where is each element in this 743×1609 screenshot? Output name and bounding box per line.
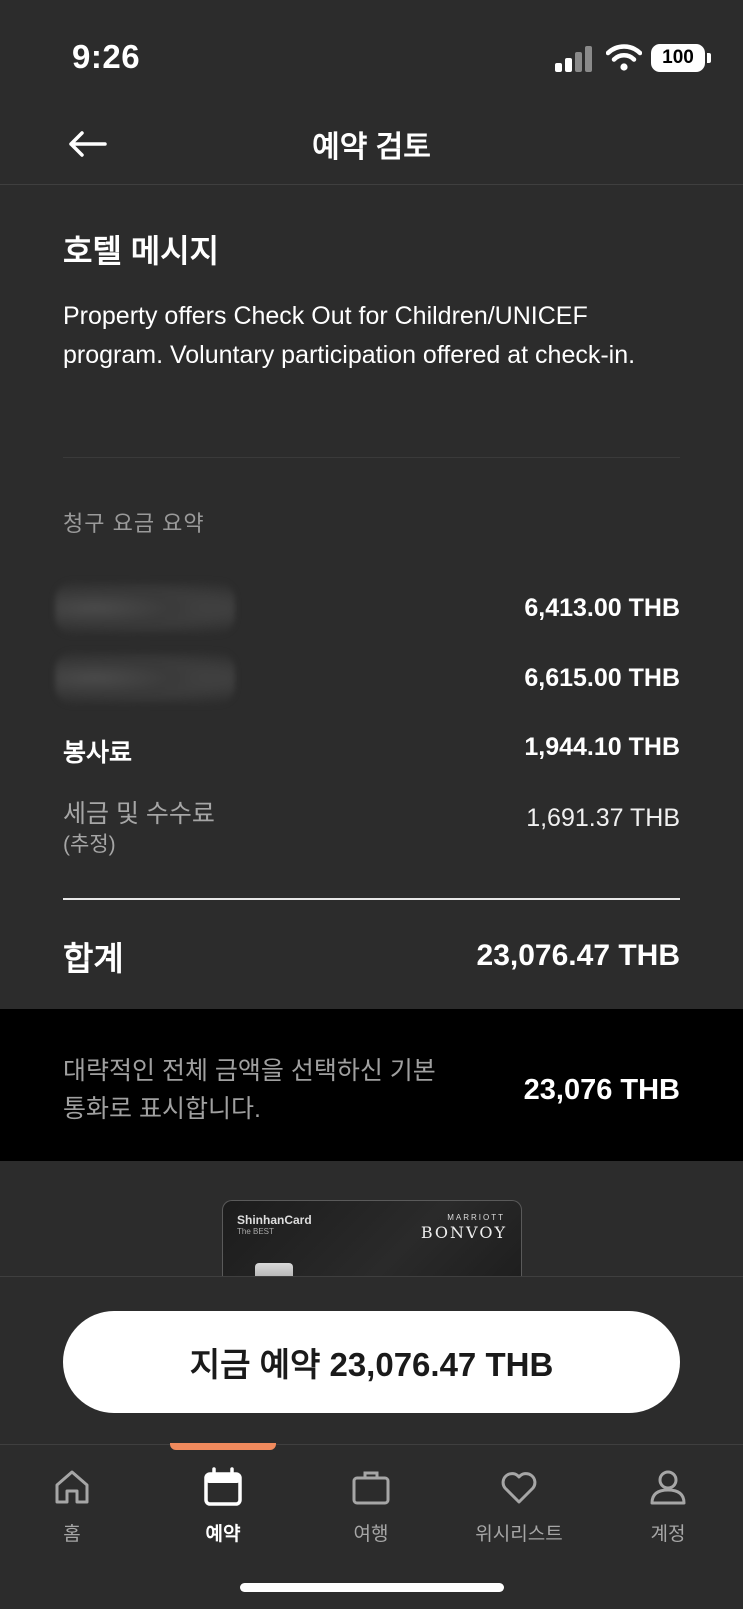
billing-label: 봉사료 — [63, 739, 133, 767]
page-title: 예약 검토 — [312, 131, 431, 164]
divider — [63, 457, 680, 458]
billing-line-1: 6,413.00 THB — [55, 580, 680, 636]
blurred-label — [55, 650, 235, 706]
currency-amount: 23,076 THB — [523, 1074, 680, 1106]
hotel-message-title: 호텔 메시지 — [63, 233, 220, 269]
battery-icon: 100 — [651, 44, 705, 72]
billing-amount: 1,691.37 THB — [526, 804, 680, 832]
battery-nub — [707, 53, 711, 63]
cta-area: 지금 예약 23,076.47 THB — [0, 1276, 743, 1444]
tab-account[interactable]: 계정 — [608, 1445, 728, 1565]
cellular-signal-icon — [555, 46, 595, 72]
tab-label: 홈 — [63, 1524, 81, 1545]
book-now-button[interactable]: 지금 예약 23,076.47 THB — [63, 1311, 680, 1413]
total-label: 합계 — [63, 940, 124, 977]
header: 예약 검토 — [0, 110, 743, 185]
home-indicator[interactable] — [240, 1583, 504, 1592]
billing-line-2: 6,615.00 THB — [55, 650, 680, 706]
wifi-icon — [606, 44, 642, 71]
status-bar: 9:26 100 — [0, 0, 743, 110]
tab-bookings[interactable]: 예약 — [163, 1445, 283, 1565]
battery-level: 100 — [662, 47, 694, 68]
user-icon — [650, 1470, 686, 1505]
credit-card-promo-image[interactable]: ShinhanCard The BEST MARRIOTT BONVOY — [222, 1200, 522, 1280]
tab-label: 계정 — [650, 1524, 686, 1545]
card-brand: ShinhanCard — [237, 1213, 312, 1227]
tab-label: 위시리스트 — [475, 1524, 563, 1545]
total-amount: 23,076.47 THB — [476, 939, 680, 972]
calendar-icon — [204, 1467, 242, 1506]
billing-label: 세금 및 수수료 (추정) — [63, 798, 215, 860]
briefcase-icon — [352, 1471, 390, 1505]
total-divider — [63, 898, 680, 900]
billing-amount: 6,615.00 THB — [524, 664, 680, 692]
tab-home[interactable]: 홈 — [12, 1445, 132, 1565]
hotel-message-body: Property offers Check Out for Children/U… — [63, 302, 636, 369]
tab-trips[interactable]: 여행 — [311, 1445, 431, 1565]
home-icon — [55, 1470, 89, 1504]
blurred-label — [55, 580, 235, 636]
booking-review-screen: 9:26 100 예약 검토 호텔 메시지 Property offers Ch… — [0, 0, 743, 1609]
currency-notice-text: 대략적인 전체 금액을 선택하신 기본 통화로 표시합니다. — [63, 1057, 436, 1123]
tax-label-sub: (추정) — [63, 833, 116, 856]
billing-amount: 1,944.10 THB — [524, 733, 680, 761]
tab-label: 예약 — [205, 1524, 241, 1545]
tax-label: 세금 및 수수료 — [63, 800, 215, 828]
billing-summary-title: 청구 요금 요약 — [63, 511, 205, 536]
status-time: 9:26 — [72, 38, 141, 75]
heart-icon — [501, 1472, 537, 1504]
card-sub: The BEST — [237, 1227, 274, 1236]
billing-line-service-charge: 봉사료 1,944.10 THB — [63, 733, 680, 773]
billing-line-taxes: 세금 및 수수료 (추정) 1,691.37 THB — [63, 798, 680, 868]
billing-amount: 6,413.00 THB — [524, 594, 680, 622]
card-bonvoy-logo: BONVOY — [420, 1223, 507, 1242]
tab-wishlist[interactable]: 위시리스트 — [459, 1445, 579, 1565]
card-marriott: MARRIOTT — [447, 1213, 505, 1222]
tab-label: 여행 — [353, 1524, 389, 1545]
